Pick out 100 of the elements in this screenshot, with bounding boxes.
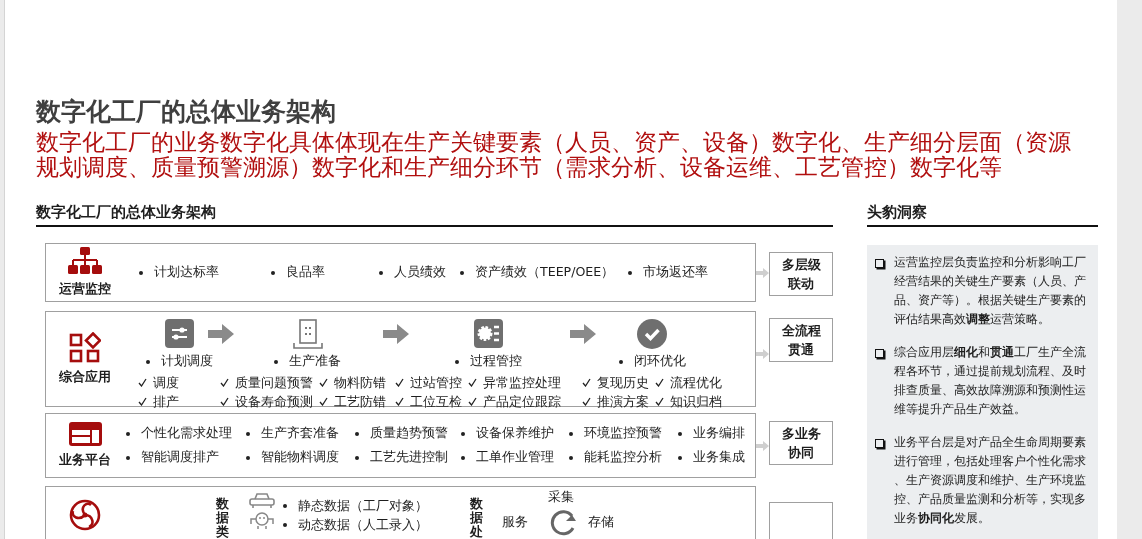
- checkmark-icon: [220, 378, 229, 387]
- bullet-icon: [379, 270, 383, 275]
- check-item: 复现历史: [582, 373, 649, 392]
- item-text: 良品率: [286, 264, 325, 281]
- checkmark-icon: [582, 378, 591, 387]
- check-item: 知识归档: [655, 392, 722, 411]
- item-text: 过程管控: [470, 353, 522, 370]
- item-text: 业务集成: [693, 449, 745, 466]
- bullet-icon: [355, 455, 359, 460]
- swirl-icon: [69, 499, 101, 531]
- item-text: 闭环优化: [633, 353, 686, 370]
- check-item: 设备寿命预测: [220, 392, 313, 411]
- check-item: 排产: [138, 392, 179, 411]
- item-text: 生产准备: [289, 353, 341, 370]
- checkmark-icon: [395, 397, 404, 406]
- bullet-icon: [246, 455, 250, 460]
- building-icon: [292, 318, 323, 349]
- insight-paragraph: 业务平台层是对产品全生命周期要素进行管理，包括处理客户个性化需求、生产资源调度和维护、生产环境监控、产品质量监测和分析等，实现多业务协同化发展。: [894, 434, 1087, 527]
- checkmark-icon: [655, 397, 664, 406]
- bullet-icon: [569, 455, 573, 460]
- summary-text: 联动: [788, 275, 814, 293]
- bullet-icon: [461, 431, 465, 436]
- page-title: 数字化工厂的总体业务架构: [36, 96, 337, 128]
- bullet-icon: [678, 431, 682, 436]
- robot-icon: [248, 511, 275, 529]
- section-heading: 数字化工厂的总体业务架构: [36, 203, 833, 227]
- summary-text: 多业务: [781, 425, 821, 443]
- check-item: 推演方案: [582, 392, 649, 411]
- checkmark-icon: [138, 397, 147, 406]
- bullet-icon: [618, 359, 623, 364]
- bullet-icon: [126, 455, 130, 460]
- bullet-icon: [875, 259, 884, 268]
- check-item: 工艺防错: [319, 392, 386, 411]
- item-text: 计划达标率: [154, 264, 219, 281]
- bullet-icon: [628, 270, 633, 275]
- checkmark-icon: [468, 378, 477, 387]
- summary-text: 贯通: [788, 341, 814, 359]
- gear-list-icon: [474, 319, 503, 348]
- item-text: 业务编排: [693, 425, 745, 442]
- summary-text: 协同: [788, 444, 814, 462]
- check-item: 质量问题预警: [220, 373, 313, 392]
- car-icon: [248, 492, 275, 508]
- item-text: 个性化需求处理: [141, 425, 232, 442]
- check-item: 异常监控处理: [468, 373, 561, 392]
- item-text: 静态数据（工厂对象）: [297, 497, 428, 514]
- item-text: 生产齐套准备: [261, 425, 339, 442]
- item-text: 市场返还率: [643, 264, 709, 281]
- bullet-icon: [678, 455, 682, 460]
- vertical-label: 数据类: [216, 497, 229, 539]
- sliders-icon: [164, 319, 194, 348]
- check-item: 产品定位跟踪: [468, 392, 561, 411]
- window-icon: [68, 422, 102, 446]
- item-text: 质量趋势预警: [370, 425, 448, 442]
- arrow-icon: [570, 324, 596, 344]
- item-text: 环境监控预警: [584, 425, 662, 442]
- bullet-icon: [355, 431, 359, 436]
- layer-label: 综合应用: [59, 369, 111, 386]
- checkmark-icon: [138, 378, 147, 387]
- bullet-icon: [875, 439, 884, 448]
- cycle-label: 存储: [588, 513, 615, 531]
- item-text: 动态数据（人工录入）: [297, 516, 428, 533]
- bullet-icon: [274, 359, 278, 364]
- bullet-icon: [875, 349, 884, 358]
- vertical-label: 数据处: [469, 497, 482, 539]
- cycle-label: 采集: [548, 488, 575, 506]
- checkmark-icon: [655, 378, 664, 387]
- item-text: 智能物料调度: [261, 449, 339, 466]
- checkmark-icon: [220, 397, 229, 406]
- item-text: 工单作业管理: [476, 449, 554, 466]
- section-heading: 头豹洞察: [867, 203, 1098, 227]
- bullet-icon: [455, 359, 459, 364]
- checkmark-icon: [582, 397, 591, 406]
- org-chart-icon: [68, 247, 102, 275]
- item-text: 智能调度排产: [141, 449, 219, 466]
- item-text: 工艺先进控制: [370, 449, 448, 466]
- bullet-icon: [460, 270, 464, 275]
- check-circle-icon: [637, 318, 667, 349]
- check-item: 工位互检: [395, 392, 462, 411]
- checkmark-icon: [319, 378, 328, 387]
- shapes-icon: [69, 332, 101, 363]
- insight-paragraph: 运营监控层负责监控和分析影响工厂经营结果的关键生产要素（人员、产品、资产等）。根据关键生产要素的评估结果高效调整运营策略。: [894, 254, 1087, 328]
- cycle-label: 服务: [502, 513, 529, 531]
- bullet-icon: [145, 359, 150, 364]
- item-text: 能耗监控分析: [584, 449, 662, 466]
- checkmark-icon: [395, 378, 404, 387]
- bullet-icon: [126, 431, 130, 436]
- bullet-icon: [461, 455, 465, 460]
- bullet-icon: [271, 270, 275, 275]
- cycle-icon: [548, 508, 578, 536]
- layer-label: 运营监控: [59, 281, 111, 298]
- check-item: 流程优化: [655, 373, 722, 392]
- layer-label: 业务平台: [59, 452, 111, 469]
- summary-text: 全流程: [781, 322, 821, 340]
- bullet-icon: [282, 522, 287, 527]
- bullet-icon: [282, 503, 287, 508]
- summary-text: 多层级: [781, 256, 821, 274]
- item-text: 计划调度: [160, 353, 213, 370]
- checkmark-icon: [468, 397, 477, 406]
- bullet-icon: [569, 431, 573, 436]
- check-item: 过站管控: [395, 373, 462, 392]
